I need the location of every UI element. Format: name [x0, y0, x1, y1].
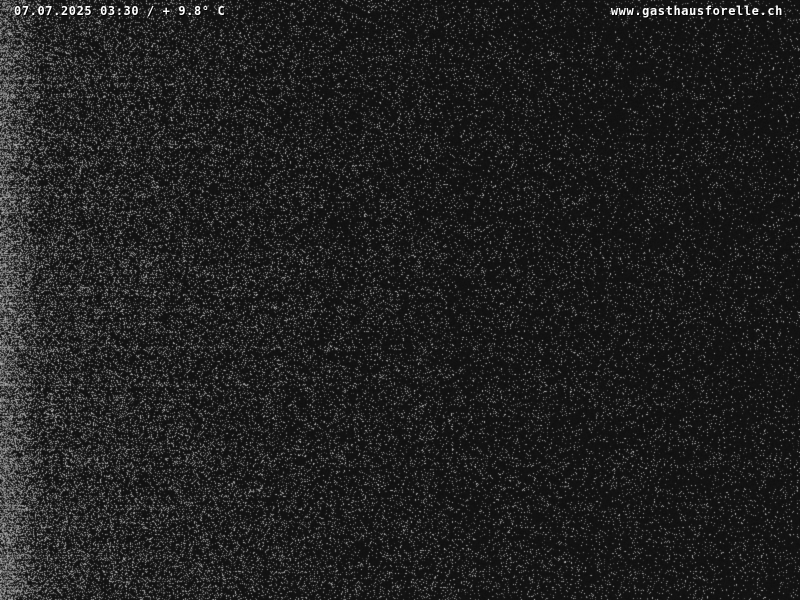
- timestamp-temperature-overlay: 07.07.2025 03:30 / + 9.8° C: [14, 4, 226, 18]
- website-overlay: www.gasthausforelle.ch: [610, 4, 783, 18]
- night-sensor-noise-image: [0, 0, 800, 600]
- webcam-frame: 07.07.2025 03:30 / + 9.8° C www.gasthaus…: [0, 0, 800, 600]
